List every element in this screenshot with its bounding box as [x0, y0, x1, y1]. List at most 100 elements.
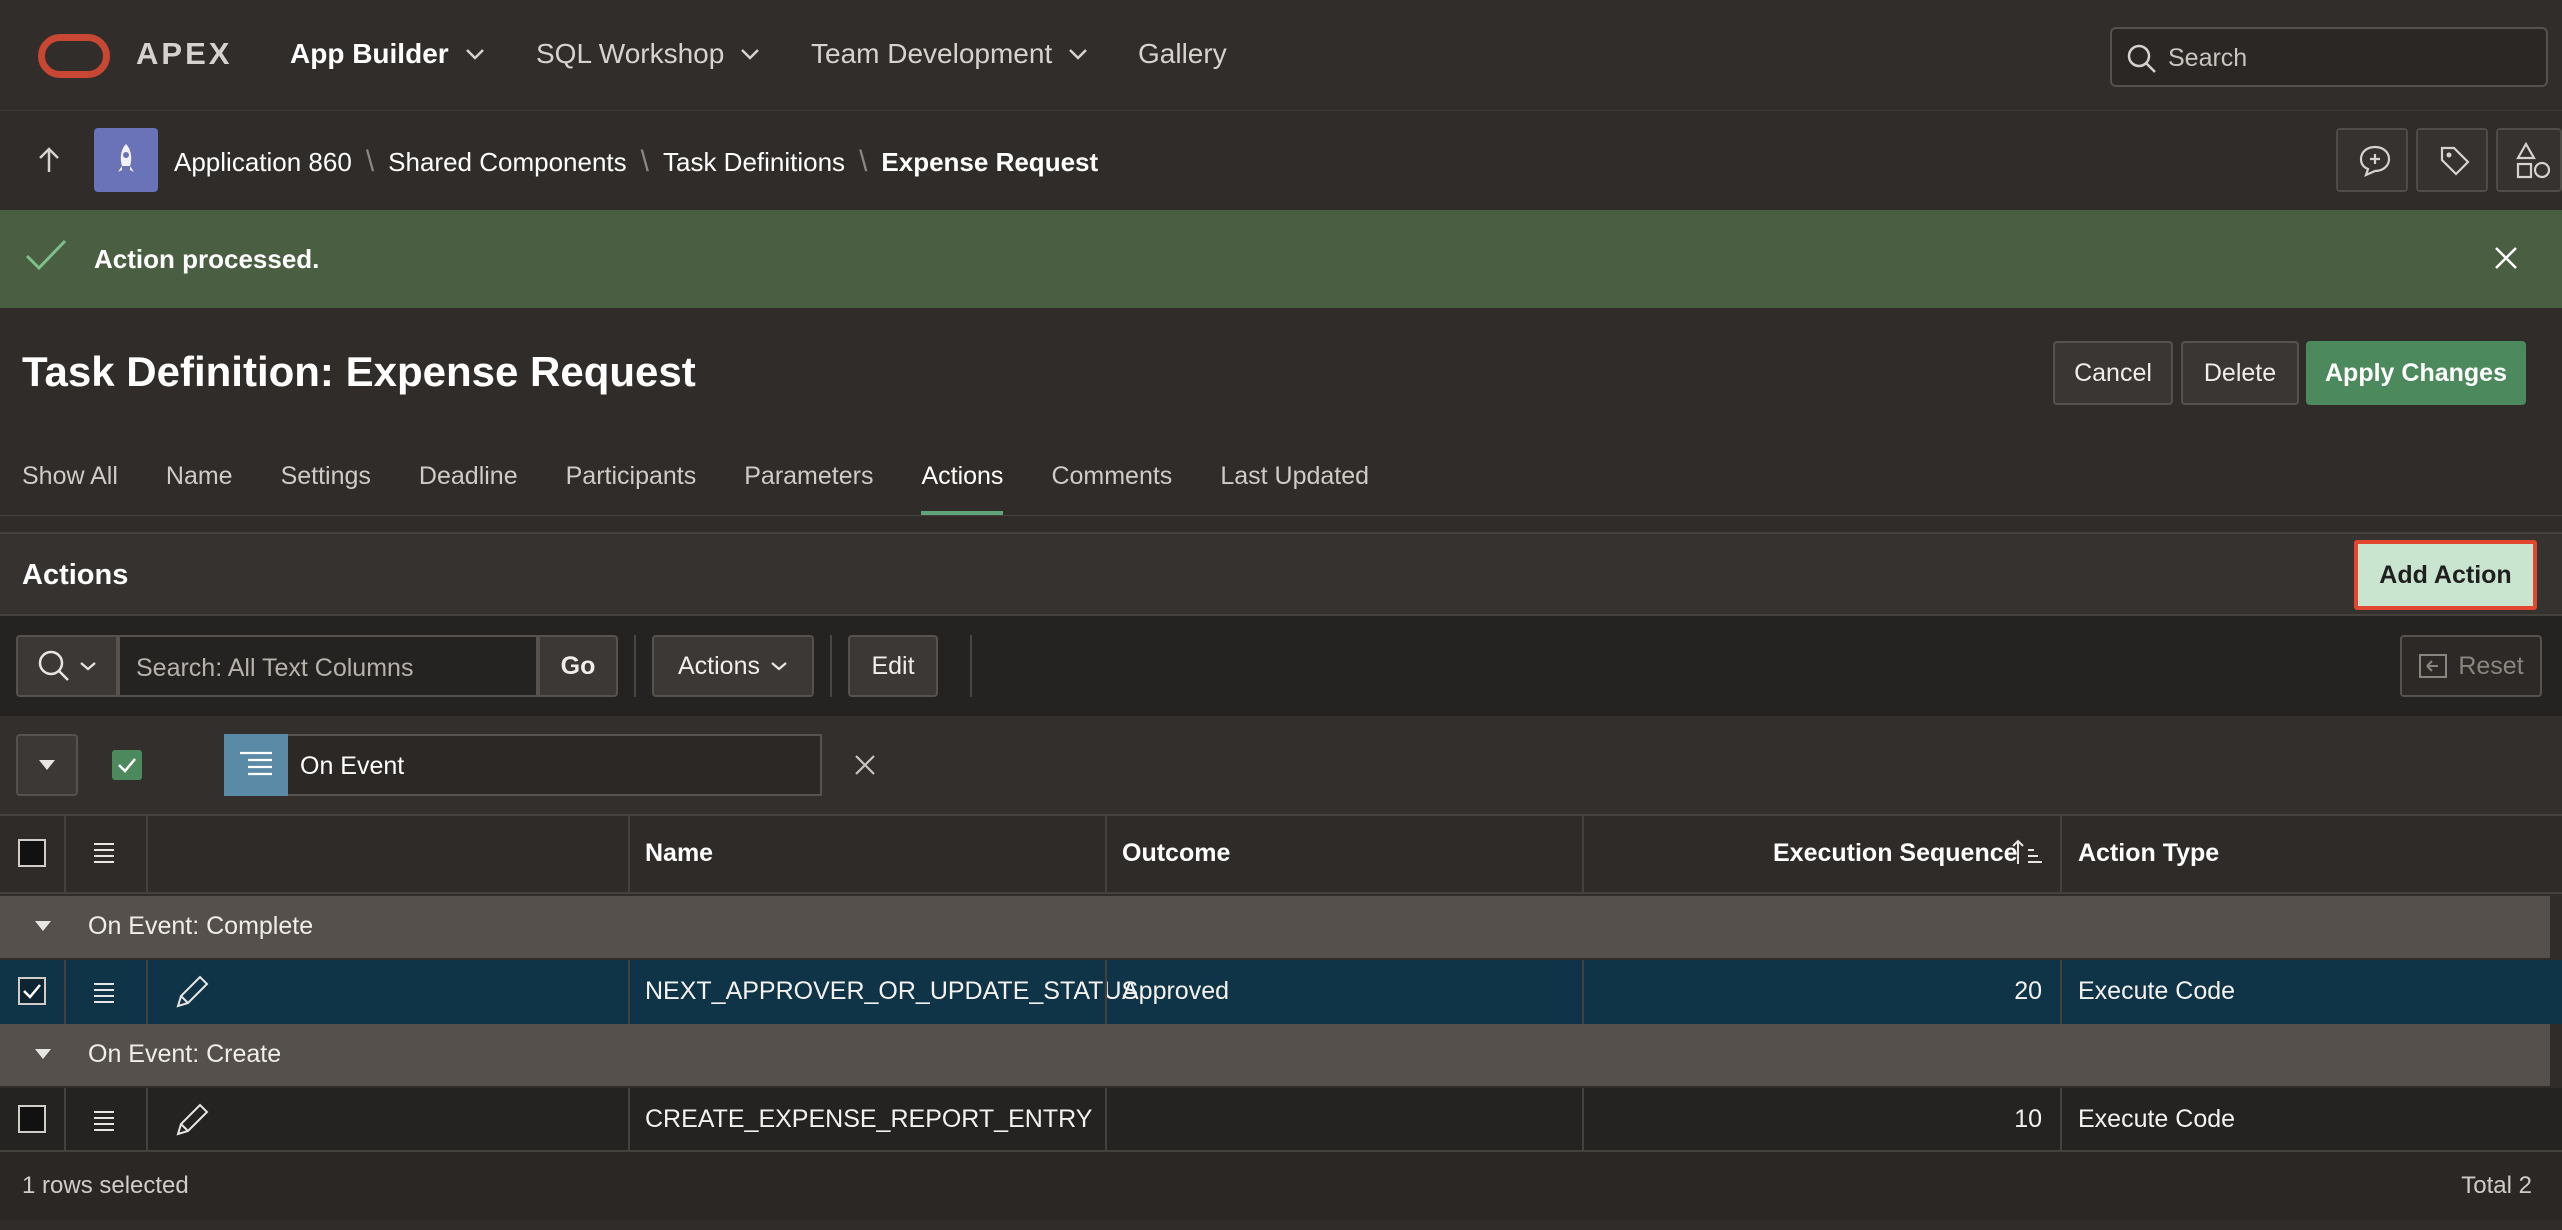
- arrow-up-icon[interactable]: [36, 146, 62, 174]
- global-search-input[interactable]: Search: [2110, 27, 2548, 87]
- column-divider: [2060, 1088, 2062, 1152]
- column-divider: [628, 960, 630, 1024]
- developer-tools-button[interactable]: [2416, 128, 2488, 192]
- row-actions-icon[interactable]: [92, 1108, 116, 1132]
- cell-outcome: Approved: [1122, 977, 1230, 1005]
- reset-button[interactable]: Reset: [2400, 635, 2542, 697]
- add-action-button[interactable]: Add Action: [2354, 540, 2537, 610]
- region-header: [0, 532, 2562, 616]
- tab-divider: [0, 515, 2562, 516]
- caret-down-icon: [39, 760, 55, 770]
- row-checkbox[interactable]: [18, 1105, 46, 1133]
- toolbar-separator: [830, 635, 832, 697]
- select-all-checkbox[interactable]: [18, 839, 46, 867]
- close-icon[interactable]: [2494, 246, 2518, 270]
- control-break-filter[interactable]: On Event: [224, 734, 822, 796]
- actions-menu-label: Actions: [678, 651, 760, 680]
- toggle-filters-button[interactable]: [16, 734, 78, 796]
- column-divider: [2060, 814, 2062, 894]
- breadcrumb-task-definitions[interactable]: Task Definitions: [663, 147, 845, 178]
- chevron-down-icon: [1069, 49, 1088, 60]
- column-divider: [64, 960, 66, 1024]
- column-divider: [1582, 1088, 1584, 1152]
- chevron-down-icon: [771, 662, 787, 671]
- column-divider: [64, 1088, 66, 1152]
- tab-participants[interactable]: Participants: [566, 462, 697, 515]
- breadcrumb: Application 860 \ Shared Components \ Ta…: [174, 145, 1098, 179]
- search-icon: [2127, 44, 2156, 73]
- actions-menu-button[interactable]: Actions: [652, 635, 814, 697]
- row-actions-icon[interactable]: [92, 840, 116, 864]
- chevron-down-icon: [741, 49, 760, 60]
- pencil-icon[interactable]: [174, 974, 210, 1010]
- reset-icon: [2419, 654, 2448, 678]
- row-checkbox[interactable]: [18, 977, 46, 1005]
- go-button[interactable]: Go: [538, 635, 618, 697]
- nav-sql-workshop[interactable]: SQL Workshop: [536, 38, 760, 70]
- checkmark-icon: [23, 984, 41, 999]
- breadcrumb-application[interactable]: Application 860: [174, 147, 352, 178]
- control-break-enable-checkbox[interactable]: [112, 750, 142, 780]
- tab-settings[interactable]: Settings: [281, 462, 371, 515]
- cell-name: CREATE_EXPENSE_REPORT_ENTRY: [645, 1105, 1093, 1133]
- pencil-icon[interactable]: [174, 1102, 210, 1138]
- caret-down-icon: [35, 1049, 51, 1059]
- remove-filter-icon[interactable]: [854, 754, 876, 776]
- breadcrumb-shared-components[interactable]: Shared Components: [388, 147, 626, 178]
- cell-action-type: Execute Code: [2078, 1105, 2236, 1133]
- column-header-execution-sequence[interactable]: Execution Sequence: [1773, 839, 2018, 868]
- delete-button[interactable]: Delete: [2181, 341, 2299, 405]
- tab-show-all[interactable]: Show All: [22, 462, 118, 515]
- column-header-outcome[interactable]: Outcome: [1122, 839, 1230, 868]
- chevron-down-icon: [465, 49, 484, 60]
- group-label: On Event: Complete: [88, 912, 314, 940]
- control-break-icon-box: [224, 734, 288, 796]
- control-break-icon: [240, 751, 272, 776]
- apply-changes-button[interactable]: Apply Changes: [2306, 341, 2526, 405]
- report-search-input[interactable]: Search: All Text Columns: [118, 635, 538, 697]
- tab-actions[interactable]: Actions: [921, 462, 1004, 515]
- oracle-logo-icon[interactable]: [38, 34, 110, 78]
- nav-team-development[interactable]: Team Development: [811, 38, 1088, 70]
- column-divider: [146, 960, 148, 1024]
- apex-brand[interactable]: APEX: [136, 36, 232, 72]
- nav-app-builder[interactable]: App Builder: [290, 38, 485, 70]
- search-column-selector[interactable]: [16, 635, 118, 697]
- alert-message: Action processed.: [94, 244, 320, 274]
- shared-components-button[interactable]: [2496, 128, 2562, 192]
- tab-deadline[interactable]: Deadline: [419, 462, 518, 515]
- checkmark-icon: [118, 758, 136, 773]
- row-actions-icon[interactable]: [92, 980, 116, 1004]
- application-icon[interactable]: [94, 128, 158, 192]
- checkmark-icon: [25, 239, 67, 271]
- edit-button[interactable]: Edit: [848, 635, 938, 697]
- column-divider: [1582, 960, 1584, 1024]
- report-footer: 1 rows selected Total 2: [0, 1150, 2562, 1220]
- nav-label: Team Development: [811, 38, 1053, 69]
- nav-label: SQL Workshop: [536, 38, 725, 69]
- region-title: Actions: [22, 559, 129, 591]
- nav-gallery[interactable]: Gallery: [1138, 38, 1227, 70]
- column-divider: [64, 814, 66, 894]
- search-icon: [38, 650, 69, 681]
- toolbar-separator: [970, 635, 972, 697]
- tab-comments[interactable]: Comments: [1051, 462, 1172, 515]
- group-header-row[interactable]: On Event: Complete: [0, 896, 2550, 958]
- tab-last-updated[interactable]: Last Updated: [1220, 462, 1369, 515]
- column-header-name[interactable]: Name: [645, 839, 713, 868]
- column-divider: [1105, 814, 1107, 894]
- toolbar-separator: [634, 635, 636, 697]
- tab-name[interactable]: Name: [166, 462, 233, 515]
- cancel-button[interactable]: Cancel: [2053, 341, 2173, 405]
- total-count: Total 2: [2461, 1172, 2532, 1199]
- group-header-row[interactable]: On Event: Create: [0, 1024, 2550, 1086]
- column-divider: [628, 1088, 630, 1152]
- tab-parameters[interactable]: Parameters: [744, 462, 873, 515]
- sort-ascending-icon[interactable]: [2010, 838, 2044, 866]
- feedback-button[interactable]: [2336, 128, 2408, 192]
- column-divider: [628, 814, 630, 894]
- selected-count: 1 rows selected: [22, 1172, 189, 1199]
- column-divider: [1582, 814, 1584, 894]
- search-placeholder: Search: All Text Columns: [136, 654, 414, 682]
- column-header-action-type[interactable]: Action Type: [2078, 839, 2219, 868]
